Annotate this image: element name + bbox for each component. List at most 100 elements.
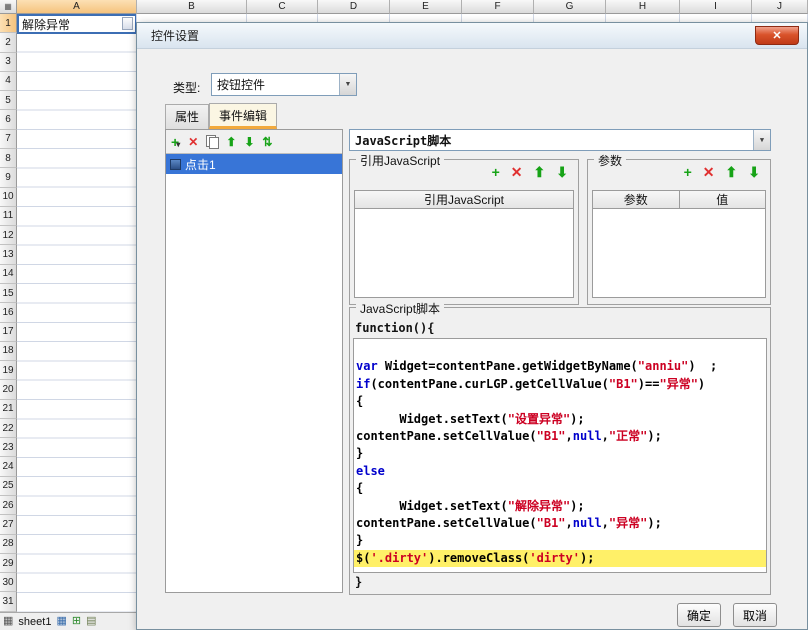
sheet-page-icon[interactable]: ▤ <box>86 616 96 627</box>
active-cell-a1[interactable]: 解除异常 <box>17 14 137 34</box>
close-icon: ✕ <box>772 30 782 42</box>
close-button[interactable]: ✕ <box>755 26 799 45</box>
row-header-7[interactable]: 7 <box>0 129 17 149</box>
row-header-24[interactable]: 24 <box>0 457 17 477</box>
delete-event-icon[interactable]: ✕ <box>188 136 198 148</box>
event-item-label: 点击1 <box>185 157 216 172</box>
event-item-click1[interactable]: 点击1 <box>166 154 342 174</box>
column-header-G[interactable]: G <box>534 0 606 14</box>
code-line[interactable]: contentPane.setCellValue("B1",null,"异常")… <box>354 515 766 532</box>
ref-js-table-header: 引用JavaScript <box>423 193 505 207</box>
row-header-23[interactable]: 23 <box>0 438 17 458</box>
code-line[interactable]: Widget.setText("解除异常"); <box>354 498 766 515</box>
row-header-4[interactable]: 4 <box>0 71 17 92</box>
row-header-21[interactable]: 21 <box>0 399 17 419</box>
widget-marker-icon <box>122 17 133 30</box>
code-line[interactable]: var Widget=contentPane.getWidgetByName("… <box>354 358 766 375</box>
column-header-A[interactable]: A <box>17 0 137 14</box>
ref-js-toolbar: + ✕ ⬆ ⬇ <box>492 165 568 179</box>
row-headers: 1 2 3 4 5 6 7 8 9 10 11 12 13 14 15 16 17 18 19 20 21 22 23 24 2… <box>0 14 17 612</box>
row-header-27[interactable]: 27 <box>0 515 17 535</box>
code-line[interactable]: { <box>354 480 766 497</box>
row-header-11[interactable]: 11 <box>0 206 17 227</box>
sheet-view-icon[interactable]: ▦ <box>56 616 66 627</box>
row-header-17[interactable]: 17 <box>0 322 17 342</box>
row-header-18[interactable]: 18 <box>0 341 17 362</box>
row-header-5[interactable]: 5 <box>0 91 17 111</box>
column-header-B[interactable]: B <box>137 0 247 14</box>
type-label: 类型: <box>173 81 201 95</box>
code-line[interactable]: } <box>354 532 766 549</box>
move-down-icon[interactable]: ⬇ <box>244 136 254 148</box>
event-list[interactable]: 点击1 <box>166 154 342 592</box>
tab-event-edit[interactable]: 事件编辑 <box>209 103 278 129</box>
sheet-tab[interactable]: sheet1 <box>18 616 51 628</box>
row-header-1[interactable]: 1 <box>0 14 17 34</box>
code-line[interactable]: if(contentPane.curLGP.getCellValue("B1")… <box>354 376 766 393</box>
column-header-D[interactable]: D <box>318 0 390 14</box>
sort-icon[interactable]: ⇅ <box>262 136 272 148</box>
ok-button[interactable]: 确定 <box>677 603 721 627</box>
row-header-16[interactable]: 16 <box>0 303 17 323</box>
ref-delete-icon[interactable]: ✕ <box>511 165 523 179</box>
row-header-3[interactable]: 3 <box>0 52 17 72</box>
code-editor[interactable]: var Widget=contentPane.getWidgetByName("… <box>353 338 767 573</box>
row-header-2[interactable]: 2 <box>0 33 17 53</box>
row-header-28[interactable]: 28 <box>0 534 17 554</box>
row-header-31[interactable]: 31 <box>0 592 17 612</box>
row-header-10[interactable]: 10 <box>0 187 17 207</box>
row-header-22[interactable]: 22 <box>0 418 17 439</box>
type-dropdown[interactable]: 按钮控件 ▼ <box>211 73 357 96</box>
ref-add-icon[interactable]: + <box>492 165 500 179</box>
copy-event-icon[interactable] <box>206 135 220 149</box>
row-header-14[interactable]: 14 <box>0 264 17 284</box>
row-header-29[interactable]: 29 <box>0 553 17 574</box>
row-header-13[interactable]: 13 <box>0 245 17 265</box>
dialog-titlebar[interactable]: 控件设置 ✕ <box>137 23 807 49</box>
select-all-corner[interactable]: ▦ <box>0 0 17 14</box>
row-header-15[interactable]: 15 <box>0 283 17 304</box>
row-header-30[interactable]: 30 <box>0 573 17 593</box>
param-move-up-icon[interactable]: ⬆ <box>726 165 738 179</box>
code-line-highlighted[interactable]: $('.dirty').removeClass('dirty'); <box>354 549 766 568</box>
params-table[interactable]: 参数 值 <box>592 190 766 298</box>
code-line[interactable]: contentPane.setCellValue("B1",null,"正常")… <box>354 428 766 445</box>
add-event-icon[interactable]: +▾ <box>171 135 180 149</box>
code-line[interactable] <box>354 341 766 358</box>
column-header-J[interactable]: J <box>752 0 808 14</box>
script-group: JavaScript脚本 function(){ var Widget=cont… <box>349 300 771 595</box>
ref-move-down-icon[interactable]: ⬇ <box>556 165 568 179</box>
add-event-caret-icon: ▾ <box>176 139 181 149</box>
row-header-26[interactable]: 26 <box>0 496 17 516</box>
add-sheet-icon[interactable]: ⊞ <box>72 616 81 627</box>
column-header-H[interactable]: H <box>606 0 680 14</box>
row-header-8[interactable]: 8 <box>0 148 17 169</box>
column-header-F[interactable]: F <box>462 0 534 14</box>
row-header-6[interactable]: 6 <box>0 110 17 130</box>
ref-js-table[interactable]: 引用JavaScript <box>354 190 574 298</box>
row-header-25[interactable]: 25 <box>0 476 17 497</box>
param-move-down-icon[interactable]: ⬇ <box>748 165 760 179</box>
params-table-header-row: 参数 值 <box>593 191 765 209</box>
row-header-9[interactable]: 9 <box>0 168 17 188</box>
type-dropdown-arrow-icon[interactable]: ▼ <box>339 74 356 95</box>
cancel-button[interactable]: 取消 <box>733 603 777 627</box>
row-header-20[interactable]: 20 <box>0 380 17 400</box>
script-type-value: JavaScript脚本 <box>355 133 452 148</box>
code-line[interactable]: { <box>354 393 766 410</box>
column-header-E[interactable]: E <box>390 0 462 14</box>
param-delete-icon[interactable]: ✕ <box>703 165 715 179</box>
column-header-I[interactable]: I <box>680 0 752 14</box>
move-up-icon[interactable]: ⬆ <box>226 136 236 148</box>
row-header-12[interactable]: 12 <box>0 226 17 246</box>
script-type-arrow-icon[interactable]: ▼ <box>753 130 770 150</box>
code-line[interactable]: } <box>354 445 766 462</box>
row-header-19[interactable]: 19 <box>0 361 17 381</box>
code-line[interactable]: else <box>354 463 766 480</box>
code-line[interactable]: Widget.setText("设置异常"); <box>354 411 766 428</box>
column-header-C[interactable]: C <box>247 0 318 14</box>
tab-properties[interactable]: 属性 <box>165 104 210 129</box>
ref-move-up-icon[interactable]: ⬆ <box>534 165 546 179</box>
param-add-icon[interactable]: + <box>684 165 692 179</box>
script-type-dropdown[interactable]: JavaScript脚本 ▼ <box>349 129 771 151</box>
